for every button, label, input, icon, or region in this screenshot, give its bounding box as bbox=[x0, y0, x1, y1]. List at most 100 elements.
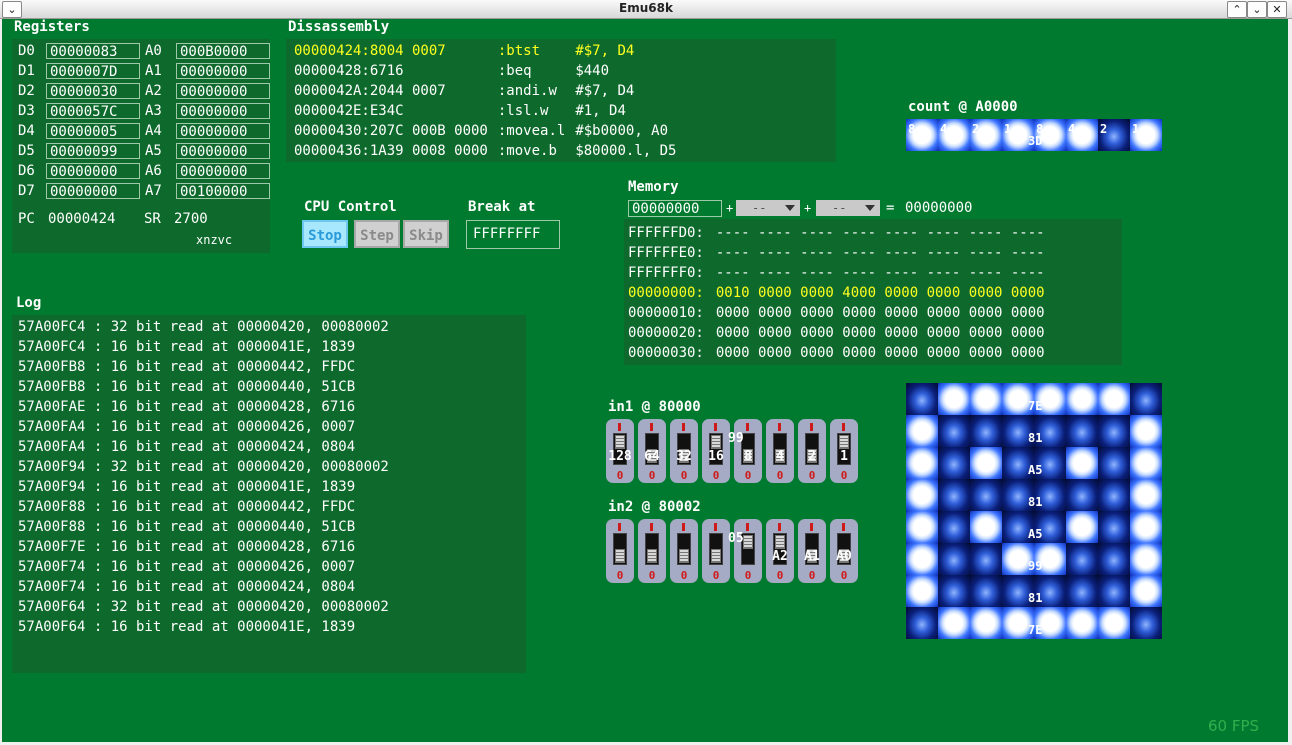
switch-knob[interactable] bbox=[615, 435, 625, 449]
switch-off-mark: 0 bbox=[744, 569, 752, 582]
cpu-control-label: CPU Control bbox=[304, 199, 397, 215]
stop-button[interactable]: Stop bbox=[302, 220, 348, 248]
log-line: 57A00FC4 : 32 bit read at 00000420, 0008… bbox=[18, 319, 389, 335]
switch-knob[interactable] bbox=[839, 435, 849, 449]
dip-switch[interactable]: 64 0 bbox=[638, 419, 666, 483]
disassembly-row[interactable]: 00000430:207C 000B 0000:movea.l #$b0000, … bbox=[294, 123, 668, 143]
pc-value: 00000424 bbox=[48, 211, 116, 227]
led-icon bbox=[906, 543, 938, 575]
log-line: 57A00FAE : 16 bit read at 00000428, 6716 bbox=[18, 399, 356, 415]
skip-button[interactable]: Skip bbox=[403, 220, 449, 248]
dip-switch[interactable]: 16 0 bbox=[702, 419, 730, 483]
log-line: 57A00FB8 : 16 bit read at 00000440, 51CB bbox=[18, 379, 356, 395]
switch-knob[interactable] bbox=[775, 535, 785, 549]
dip-switch[interactable]: 0 bbox=[702, 519, 730, 583]
dip-switch[interactable]: 128 0 bbox=[606, 419, 634, 483]
dip-switch[interactable]: A0 0 bbox=[830, 519, 858, 583]
address-register-value[interactable]: 00000000 bbox=[176, 83, 270, 100]
dip-switch[interactable]: 0 bbox=[734, 519, 762, 583]
switch-on-mark bbox=[618, 523, 621, 531]
switch-slot bbox=[645, 533, 659, 565]
data-register-name: D1 bbox=[18, 63, 35, 79]
chevron-down-icon bbox=[785, 205, 795, 211]
switch-slot bbox=[677, 533, 691, 565]
led-icon bbox=[970, 479, 1002, 511]
memory-plus-1: + bbox=[726, 201, 734, 215]
led-icon bbox=[1098, 607, 1130, 639]
data-register-value[interactable]: 0000007D bbox=[46, 63, 140, 80]
dip-switch[interactable]: 0 bbox=[670, 519, 698, 583]
step-button[interactable]: Step bbox=[354, 220, 400, 248]
address-register-value[interactable]: 00000000 bbox=[176, 123, 270, 140]
minimize-button[interactable]: ⌃ bbox=[1227, 1, 1247, 18]
switch-knob[interactable] bbox=[615, 549, 625, 563]
switch-off-mark: 0 bbox=[776, 469, 784, 482]
data-register-value[interactable]: 0000057C bbox=[46, 103, 140, 120]
disassembly-row[interactable]: 00000424:8004 0007 :btst #$7, D4 bbox=[294, 43, 634, 63]
disassembly-operands: $440 bbox=[575, 63, 610, 79]
dip-switch[interactable]: 32 0 bbox=[670, 419, 698, 483]
break-address-input[interactable]: FFFFFFFF bbox=[466, 220, 560, 249]
close-button[interactable]: ✕ bbox=[1267, 1, 1287, 18]
dip-switch[interactable]: 0 bbox=[606, 519, 634, 583]
led-icon bbox=[970, 511, 1002, 543]
registers-panel: D0 00000083 A0 000B0000 D1 0000007D A1 00000000… bbox=[12, 39, 270, 253]
led-icon bbox=[1098, 383, 1130, 415]
address-register-value[interactable]: 00000000 bbox=[176, 163, 270, 180]
dip-switch[interactable]: 80 bbox=[734, 419, 762, 483]
matrix-row-value: 7E bbox=[1028, 623, 1043, 637]
emulator-canvas: Registers D0 00000083 A0 000B0000 D1 0000007D… bbox=[2, 19, 1288, 742]
led-icon bbox=[1098, 511, 1130, 543]
data-register-value[interactable]: 00000000 bbox=[46, 163, 140, 180]
disassembly-row[interactable]: 0000042E:E34C :lsl.w #1, D4 bbox=[294, 103, 626, 123]
disassembly-row[interactable]: 0000042A:2044 0007 :andi.w #$7, D4 bbox=[294, 83, 634, 103]
switch-knob[interactable] bbox=[711, 435, 721, 449]
count-value-label: 3D bbox=[1028, 134, 1043, 148]
switch-knob[interactable] bbox=[711, 549, 721, 563]
memory-address: FFFFFFE0: bbox=[628, 245, 704, 261]
data-register-name: D6 bbox=[18, 163, 35, 179]
log-line: 57A00F74 : 16 bit read at 00000424, 0804 bbox=[18, 579, 356, 595]
dip-switch[interactable]: A2 0 bbox=[766, 519, 794, 583]
address-register-value[interactable]: 00100000 bbox=[176, 183, 270, 200]
led-icon bbox=[1066, 479, 1098, 511]
memory-offset-dropdown-1[interactable]: -- bbox=[736, 200, 800, 216]
memory-offset-dropdown-2[interactable]: -- bbox=[816, 200, 880, 216]
disassembly-operands: #$7, D4 bbox=[575, 43, 635, 59]
switch-knob[interactable] bbox=[743, 535, 753, 549]
disassembly-row[interactable]: 00000436:1A39 0008 0000:move.b $80000.l,… bbox=[294, 143, 676, 163]
dip-switch[interactable]: 20 bbox=[798, 419, 826, 483]
dip-switch[interactable]: 40 bbox=[766, 419, 794, 483]
led-icon bbox=[906, 607, 938, 639]
dip-switch[interactable]: 0 bbox=[638, 519, 666, 583]
address-register-value[interactable]: 000B0000 bbox=[176, 43, 270, 60]
led-icon bbox=[970, 383, 1002, 415]
data-register-value[interactable]: 00000005 bbox=[46, 123, 140, 140]
memory-address: FFFFFFF0: bbox=[628, 265, 704, 281]
data-register-value[interactable]: 00000030 bbox=[46, 83, 140, 100]
led-icon bbox=[1130, 575, 1162, 607]
data-register-value[interactable]: 00000083 bbox=[46, 43, 140, 60]
log-line: 57A00F88 : 16 bit read at 00000440, 51CB bbox=[18, 519, 356, 535]
switch-off-mark: 0 bbox=[808, 569, 816, 582]
switch-bit-label: 64 bbox=[644, 449, 660, 464]
dip-switch[interactable]: 10 bbox=[830, 419, 858, 483]
data-register-name: D0 bbox=[18, 43, 35, 59]
switch-knob[interactable] bbox=[679, 549, 689, 563]
log-panel: 57A00FC4 : 32 bit read at 00000420, 0008… bbox=[12, 315, 526, 673]
memory-result: 00000000 bbox=[905, 200, 973, 216]
address-register-value[interactable]: 00000000 bbox=[176, 63, 270, 80]
switch-knob[interactable] bbox=[647, 549, 657, 563]
data-register-value[interactable]: 00000000 bbox=[46, 183, 140, 200]
log-line: 57A00FA4 : 16 bit read at 00000426, 0007 bbox=[18, 419, 356, 435]
matrix-row-value: 7E bbox=[1028, 399, 1043, 413]
disassembly-row[interactable]: 00000428:6716 :beq $440 bbox=[294, 63, 609, 83]
switch-value-label: 99 bbox=[728, 431, 744, 446]
dip-switch[interactable]: A1 0 bbox=[798, 519, 826, 583]
address-register-name: A0 bbox=[145, 43, 162, 59]
address-register-value[interactable]: 00000000 bbox=[176, 103, 270, 120]
address-register-value[interactable]: 00000000 bbox=[176, 143, 270, 160]
memory-base-input[interactable]: 00000000 bbox=[628, 200, 722, 217]
data-register-value[interactable]: 00000099 bbox=[46, 143, 140, 160]
maximize-button[interactable]: ⌄ bbox=[1247, 1, 1267, 18]
